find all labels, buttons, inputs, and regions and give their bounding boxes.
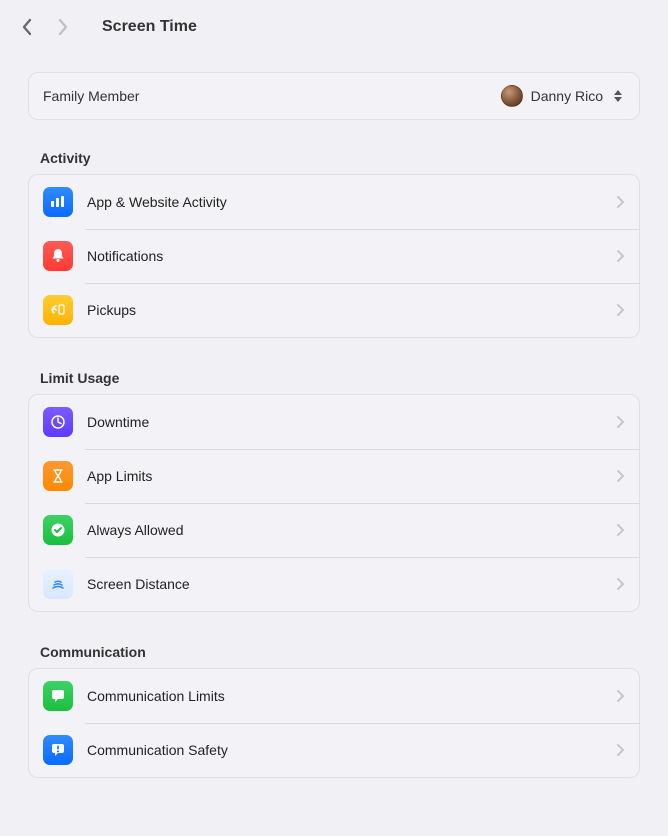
row-downtime[interactable]: Downtime xyxy=(29,395,639,449)
chevron-right-icon xyxy=(616,743,625,757)
section-list-activity: App & Website Activity Notifications Pic… xyxy=(28,174,640,338)
row-label: Pickups xyxy=(87,302,602,318)
speech-bubble-icon xyxy=(43,681,73,711)
chevron-right-icon xyxy=(616,469,625,483)
chevron-right-icon xyxy=(616,689,625,703)
family-member-label: Family Member xyxy=(43,88,139,104)
page-title: Screen Time xyxy=(102,18,197,36)
section-header-activity: Activity xyxy=(28,150,640,174)
chevron-right-icon xyxy=(57,18,69,36)
chevron-right-icon xyxy=(616,303,625,317)
content-area: Family Member Danny Rico Activity App & … xyxy=(0,72,668,778)
row-notifications[interactable]: Notifications xyxy=(29,229,639,283)
chevron-right-icon xyxy=(616,523,625,537)
popup-stepper-icon xyxy=(611,86,625,106)
checkmark-shield-icon xyxy=(43,515,73,545)
section-list-limit-usage: Downtime App Limits Always Allowed xyxy=(28,394,640,612)
hourglass-icon xyxy=(43,461,73,491)
row-screen-distance[interactable]: Screen Distance xyxy=(29,557,639,611)
distance-icon xyxy=(43,569,73,599)
row-label: Always Allowed xyxy=(87,522,602,538)
row-label: Notifications xyxy=(87,248,602,264)
section-list-communication: Communication Limits Communication Safet… xyxy=(28,668,640,778)
row-app-website-activity[interactable]: App & Website Activity xyxy=(29,175,639,229)
forward-button[interactable] xyxy=(50,14,76,40)
screen-time-window: Screen Time Family Member Danny Rico Act… xyxy=(0,0,668,836)
family-member-name: Danny Rico xyxy=(531,88,603,104)
chevron-right-icon xyxy=(616,195,625,209)
avatar xyxy=(501,85,523,107)
row-app-limits[interactable]: App Limits xyxy=(29,449,639,503)
bar-chart-icon xyxy=(43,187,73,217)
chevron-right-icon xyxy=(616,415,625,429)
row-label: Communication Safety xyxy=(87,742,602,758)
section-header-limit-usage: Limit Usage xyxy=(28,370,640,394)
family-member-card: Family Member Danny Rico xyxy=(28,72,640,120)
bubble-warning-icon xyxy=(43,735,73,765)
section-header-communication: Communication xyxy=(28,644,640,668)
row-always-allowed[interactable]: Always Allowed xyxy=(29,503,639,557)
row-communication-limits[interactable]: Communication Limits xyxy=(29,669,639,723)
family-member-selector[interactable]: Danny Rico xyxy=(501,85,625,107)
row-pickups[interactable]: Pickups xyxy=(29,283,639,337)
row-communication-safety[interactable]: Communication Safety xyxy=(29,723,639,777)
pickup-icon xyxy=(43,295,73,325)
row-label: App & Website Activity xyxy=(87,194,602,210)
row-label: Communication Limits xyxy=(87,688,602,704)
bell-icon xyxy=(43,241,73,271)
clock-icon xyxy=(43,407,73,437)
back-button[interactable] xyxy=(14,14,40,40)
chevron-right-icon xyxy=(616,249,625,263)
chevron-right-icon xyxy=(616,577,625,591)
titlebar: Screen Time xyxy=(0,0,668,54)
chevron-left-icon xyxy=(21,18,33,36)
row-label: Downtime xyxy=(87,414,602,430)
row-label: Screen Distance xyxy=(87,576,602,592)
row-label: App Limits xyxy=(87,468,602,484)
